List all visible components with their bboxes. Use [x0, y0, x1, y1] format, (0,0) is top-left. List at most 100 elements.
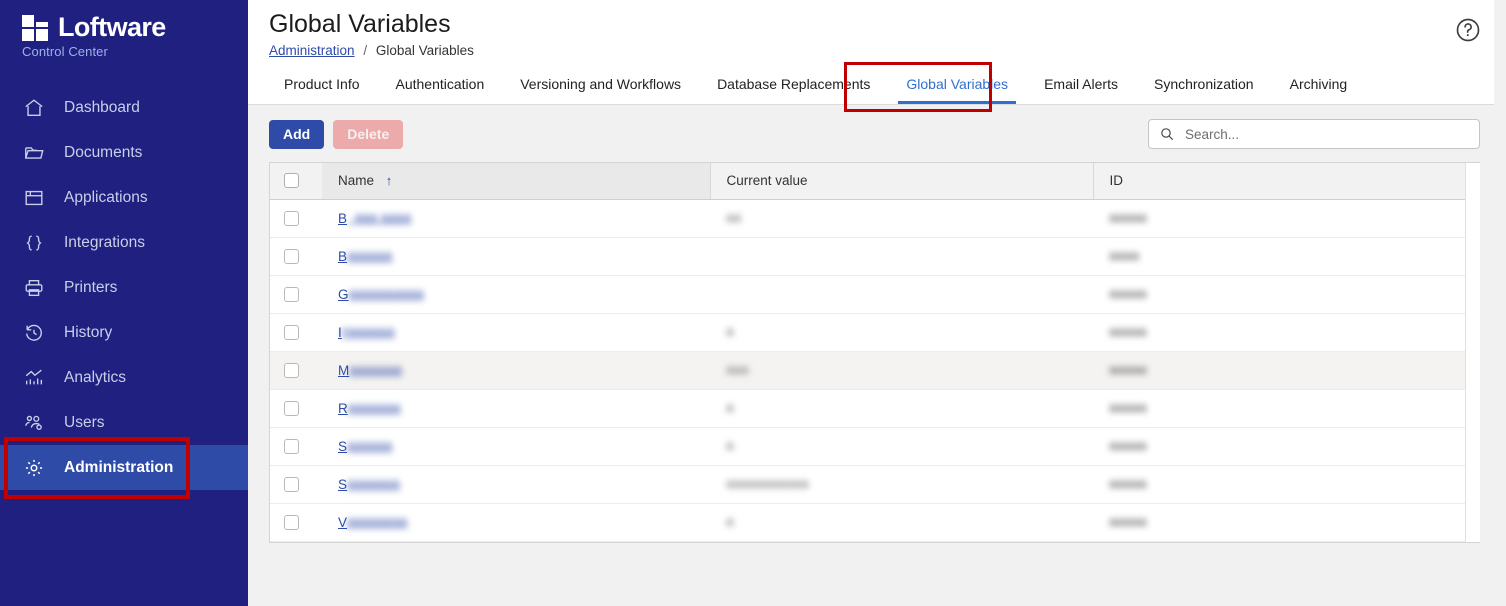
sidebar-item-administration[interactable]: Administration [0, 445, 248, 490]
row-checkbox[interactable] [284, 401, 299, 416]
redacted-id: aaaaa [1109, 210, 1147, 226]
table-row[interactable]: R aaaaaaa a aaaaa [270, 389, 1480, 427]
redacted-name: aaaaaaa [348, 400, 401, 416]
cell-name: B aaa aaaa [322, 199, 710, 237]
sidebar-item-label: Users [64, 415, 104, 431]
page-title: Global Variables [269, 8, 1506, 40]
cell-current-value: a [710, 427, 1093, 465]
page-header: Global Variables Administration / Global… [248, 0, 1506, 63]
table: Name ↑ Current value ID [270, 163, 1480, 542]
redacted-value: a [726, 324, 734, 340]
variable-name-link[interactable]: G [338, 287, 349, 302]
column-header-id[interactable]: ID [1093, 163, 1480, 199]
main-content: Global Variables Administration / Global… [248, 0, 1506, 606]
tab-synchronization[interactable]: Synchronization [1136, 63, 1272, 104]
row-checkbox[interactable] [284, 515, 299, 530]
tab-label: Global Variables [906, 76, 1008, 92]
sidebar-item-documents[interactable]: Documents [0, 130, 248, 175]
cell-current-value: a [710, 313, 1093, 351]
sidebar-item-label: Administration [64, 460, 173, 476]
cell-id: aaaaa [1093, 503, 1480, 541]
tab-product-info[interactable]: Product Info [266, 63, 378, 104]
sidebar-item-users[interactable]: Users [0, 400, 248, 445]
variable-name-link[interactable]: V [338, 515, 347, 530]
row-checkbox[interactable] [284, 477, 299, 492]
row-checkbox[interactable] [284, 439, 299, 454]
redacted-value: aaaaaaaaaaa [726, 476, 809, 492]
cell-id: aaaaa [1093, 313, 1480, 351]
add-button[interactable]: Add [269, 120, 324, 149]
tab-archiving[interactable]: Archiving [1272, 63, 1366, 104]
sidebar-item-dashboard[interactable]: Dashboard [0, 85, 248, 130]
select-all-checkbox[interactable] [284, 173, 299, 188]
tab-global-variables[interactable]: Global Variables [888, 63, 1026, 104]
variable-name-link[interactable]: B [338, 211, 347, 226]
analytics-icon [22, 366, 46, 390]
row-select-cell [270, 351, 322, 389]
column-header-current-value[interactable]: Current value [710, 163, 1093, 199]
variable-name-link[interactable]: M [338, 363, 349, 378]
search-input[interactable] [1185, 121, 1479, 147]
cell-id: aaaaa [1093, 351, 1480, 389]
row-select-cell [270, 427, 322, 465]
delete-button[interactable]: Delete [333, 120, 403, 149]
redacted-name: aaaaaa [347, 248, 392, 264]
redacted-id: aaaaa [1109, 400, 1147, 416]
cell-name: R aaaaaaa [322, 389, 710, 427]
table-row[interactable]: I naaaaaa a aaaaa [270, 313, 1480, 351]
sidebar-item-printers[interactable]: Printers [0, 265, 248, 310]
table-body: B aaa aaaa aa aaaaa B [270, 199, 1480, 541]
tab-authentication[interactable]: Authentication [378, 63, 503, 104]
sidebar-item-applications[interactable]: Applications [0, 175, 248, 220]
redacted-name: aaaaaaaaaa [349, 286, 424, 302]
table-row[interactable]: M aaaaaaa aaa aaaaa [270, 351, 1480, 389]
column-label: Name [338, 173, 374, 188]
cell-id: aaaaa [1093, 389, 1480, 427]
question-circle-icon[interactable] [1454, 16, 1482, 44]
variable-name-link[interactable]: S [338, 477, 347, 492]
column-label: ID [1110, 173, 1124, 188]
variable-name-link[interactable]: S [338, 439, 347, 454]
row-checkbox[interactable] [284, 249, 299, 264]
loftware-blocks-logo-icon [22, 15, 50, 41]
sidebar-item-history[interactable]: History [0, 310, 248, 355]
tab-versioning-and-workflows[interactable]: Versioning and Workflows [502, 63, 699, 104]
variable-name-link[interactable]: R [338, 401, 348, 416]
sidebar-item-analytics[interactable]: Analytics [0, 355, 248, 400]
table-row[interactable]: S aaaaaa a aaaaa [270, 427, 1480, 465]
breadcrumb-link-administration[interactable]: Administration [269, 43, 355, 58]
breadcrumb-separator: / [363, 43, 367, 58]
row-checkbox[interactable] [284, 363, 299, 378]
breadcrumb-current: Global Variables [376, 43, 474, 58]
tab-email-alerts[interactable]: Email Alerts [1026, 63, 1136, 104]
tab-database-replacements[interactable]: Database Replacements [699, 63, 888, 104]
table-row[interactable]: G aaaaaaaaaa aaaaa [270, 275, 1480, 313]
folder-icon [22, 141, 46, 165]
sort-ascending-icon: ↑ [386, 173, 393, 188]
column-header-name[interactable]: Name ↑ [322, 163, 710, 199]
select-all-header [270, 163, 322, 199]
table-row[interactable]: V aaaaaaaa a aaaaa [270, 503, 1480, 541]
table-row[interactable]: B aaaaaa aaaa [270, 237, 1480, 275]
row-checkbox[interactable] [284, 211, 299, 226]
cell-current-value [710, 275, 1093, 313]
row-checkbox[interactable] [284, 287, 299, 302]
cell-name: S aaaaaaa [322, 465, 710, 503]
tab-label: Versioning and Workflows [520, 76, 681, 92]
sidebar-item-label: Dashboard [64, 100, 140, 116]
search-box[interactable] [1148, 119, 1480, 149]
table-row[interactable]: S aaaaaaa aaaaaaaaaaa aaaaa [270, 465, 1480, 503]
sidebar: Loftware Control Center Dashboard [0, 0, 248, 606]
variable-name-link[interactable]: B [338, 249, 347, 264]
sidebar-item-label: Printers [64, 280, 117, 296]
table-vertical-scrollbar[interactable] [1465, 163, 1480, 542]
tab-label: Product Info [284, 76, 360, 92]
redacted-value: a [726, 438, 734, 454]
row-select-cell [270, 465, 322, 503]
global-variables-table: Name ↑ Current value ID [269, 162, 1480, 543]
window-icon [22, 186, 46, 210]
row-select-cell [270, 199, 322, 237]
row-checkbox[interactable] [284, 325, 299, 340]
table-row[interactable]: B aaa aaaa aa aaaaa [270, 199, 1480, 237]
sidebar-item-integrations[interactable]: Integrations [0, 220, 248, 265]
